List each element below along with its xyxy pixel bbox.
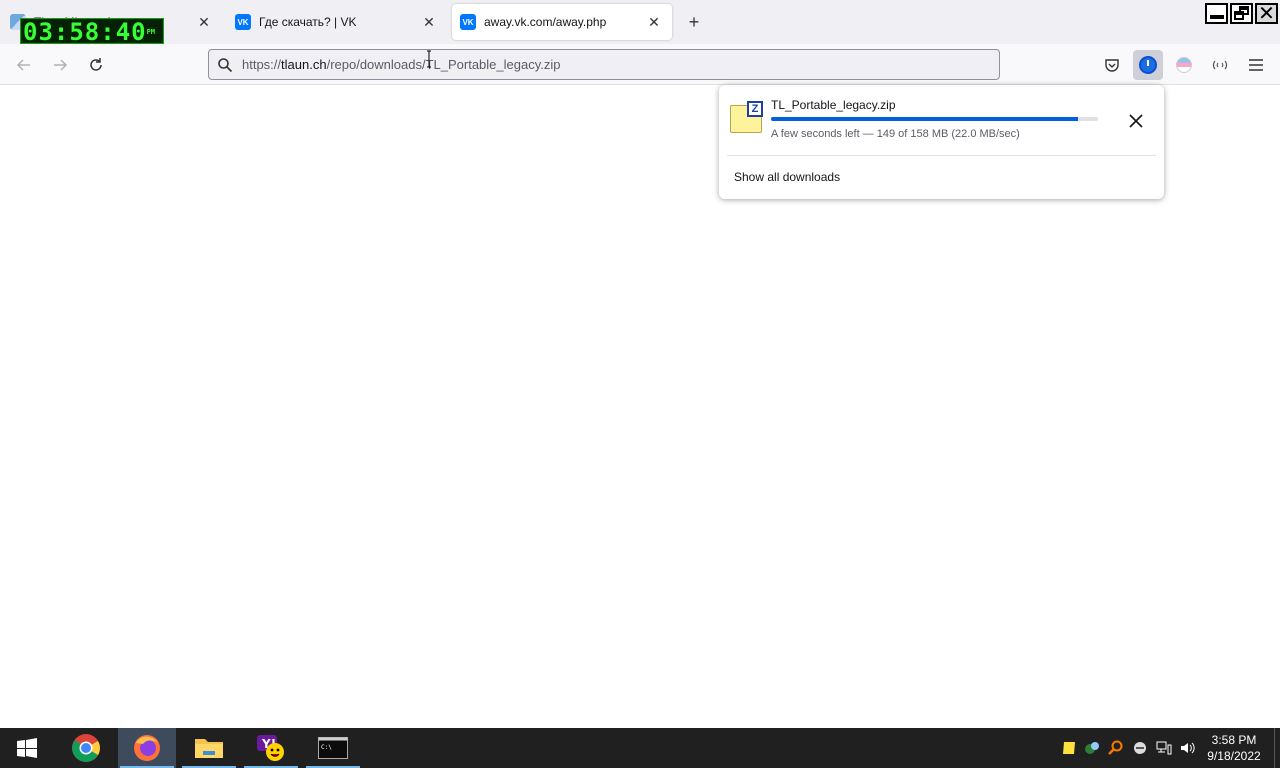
extension-button[interactable] — [1169, 50, 1199, 80]
tab-strip: Th ... Microsoft ✕ VK Где скачать? | VK … — [0, 0, 1280, 46]
close-icon: ✕ — [1258, 2, 1275, 25]
status-icon — [1134, 742, 1146, 754]
pocket-button[interactable] — [1097, 50, 1127, 80]
browser-window: Th ... Microsoft ✕ VK Где скачать? | VK … — [0, 0, 1280, 768]
file-explorer-icon — [195, 739, 223, 758]
taskbar-command-prompt[interactable]: C:\ — [304, 728, 362, 768]
show-desktop-button[interactable] — [1274, 728, 1280, 768]
pocket-icon — [1105, 59, 1119, 72]
start-icon — [17, 738, 37, 758]
tray-volume[interactable] — [1177, 728, 1199, 768]
flag-extension-icon — [1176, 57, 1192, 73]
show-all-downloads-button[interactable]: Show all downloads — [734, 170, 840, 184]
tab-title: Где скачать? | VK — [259, 15, 357, 29]
start-button[interactable] — [0, 728, 54, 768]
system-time: 3:58 PM — [1211, 733, 1257, 747]
minimize-button[interactable] — [1205, 3, 1228, 24]
system-date: 9/18/2022 — [1207, 749, 1261, 763]
taskbar-yahoo-messenger[interactable]: Y! — [242, 728, 300, 768]
cancel-download-button[interactable] — [1122, 107, 1150, 135]
download-progress-icon — [1139, 56, 1157, 74]
taskbar-chrome[interactable] — [57, 728, 115, 768]
search-icon — [218, 57, 233, 72]
clock-suffix: PM — [146, 28, 156, 36]
zip-file-icon: Z — [730, 101, 763, 133]
tray-search[interactable] — [1105, 728, 1127, 768]
vk-icon: VK — [235, 14, 251, 30]
url-bar[interactable]: https://tlaun.ch/repo/downloads/TL_Porta… — [208, 49, 1000, 80]
download-progress-bar — [771, 117, 1098, 121]
chrome-icon — [72, 734, 100, 762]
tab-title: away.vk.com/away.php — [484, 15, 607, 29]
restore-button[interactable] — [1230, 3, 1253, 24]
tray-status[interactable] — [1129, 728, 1151, 768]
download-status: A few seconds left — 149 of 158 MB (22.0… — [771, 128, 1020, 140]
url-text[interactable]: https://tlaun.ch/repo/downloads/TL_Porta… — [242, 57, 560, 72]
tab-vk-download[interactable]: VK Где скачать? | VK ✕ — [227, 4, 447, 40]
cmd-label: C:\ — [321, 744, 332, 751]
text-cursor-icon — [426, 50, 431, 68]
taskbar: Y! C:\ 3:58 PM 9/18/2022 — [0, 728, 1280, 768]
tab-away-vk[interactable]: VK away.vk.com/away.php ✕ — [452, 4, 672, 40]
taskbar-firefox[interactable] — [118, 728, 176, 768]
navigation-bar: https://tlaun.ch/repo/downloads/TL_Porta… — [0, 44, 1280, 85]
reload-button[interactable] — [82, 51, 110, 79]
close-window-button[interactable]: ✕ — [1255, 3, 1278, 24]
radio-waves-icon — [1212, 60, 1228, 70]
clock-time: 03:58:40 — [23, 18, 147, 46]
back-button[interactable] — [10, 51, 38, 79]
arrow-left-icon — [16, 59, 30, 71]
network-icon — [1156, 741, 1172, 755]
close-icon — [1129, 114, 1143, 128]
downloads-button[interactable] — [1133, 50, 1163, 80]
vk-icon: VK — [460, 14, 476, 30]
download-filename: TL_Portable_legacy.zip — [771, 98, 896, 112]
divider — [727, 155, 1156, 156]
system-clock[interactable]: 3:58 PM 9/18/2022 — [1200, 732, 1268, 764]
tray-network[interactable] — [1153, 728, 1175, 768]
magnifier-icon — [1108, 740, 1123, 755]
close-tab-icon[interactable]: ✕ — [194, 12, 214, 32]
new-tab-button[interactable]: + — [684, 12, 704, 32]
downloads-panel: Z TL_Portable_legacy.zip A few seconds l… — [719, 85, 1164, 199]
yahoo-messenger-icon: Y! — [257, 735, 284, 761]
close-tab-icon[interactable]: ✕ — [419, 12, 439, 32]
forward-button[interactable] — [46, 51, 74, 79]
network-share-icon — [1085, 742, 1099, 754]
firefox-icon — [134, 735, 160, 761]
clock-overlay: 03:58:40PM — [20, 18, 164, 46]
speaker-icon — [1181, 742, 1195, 754]
menu-button[interactable] — [1241, 50, 1271, 80]
taskbar-file-explorer[interactable] — [180, 728, 238, 768]
reload-icon — [90, 58, 102, 71]
command-prompt-icon: C:\ — [318, 737, 348, 759]
tray-notes[interactable] — [1058, 728, 1080, 768]
extension-button-2[interactable] — [1205, 50, 1235, 80]
hamburger-menu-icon — [1249, 59, 1263, 71]
close-tab-icon[interactable]: ✕ — [644, 12, 664, 32]
arrow-right-icon — [54, 59, 68, 71]
tray-network-app[interactable] — [1081, 728, 1103, 768]
progress-fill — [771, 117, 1079, 121]
sticky-note-icon — [1063, 742, 1075, 754]
